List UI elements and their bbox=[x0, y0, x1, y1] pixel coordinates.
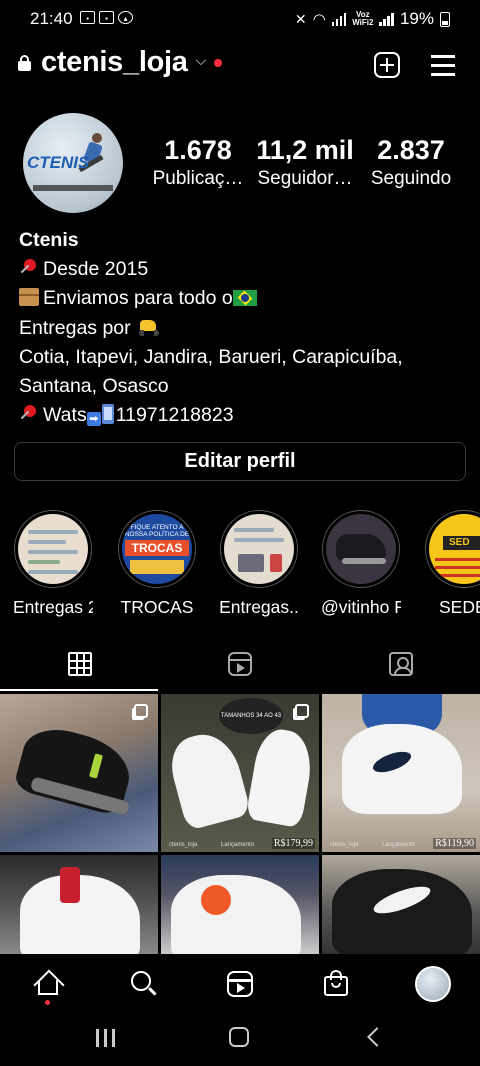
lock-icon bbox=[18, 55, 31, 71]
grid-icon bbox=[68, 652, 92, 676]
highlight-label: Entregas 2 bbox=[13, 597, 93, 617]
reels-icon bbox=[228, 652, 252, 676]
stat-followers-value: 11,2 mil bbox=[256, 135, 354, 165]
package-icon bbox=[19, 288, 39, 307]
post-thumbnail[interactable] bbox=[161, 855, 319, 954]
stat-followers[interactable]: 11,2 mil Seguidor… bbox=[255, 134, 355, 192]
stat-following-value: 2.837 bbox=[377, 135, 445, 165]
battery-icon bbox=[440, 11, 450, 27]
post-thumbnail[interactable]: ctenis_loja Lançamento R$119,90 bbox=[322, 694, 480, 852]
highlight-label: Entregas.. bbox=[219, 597, 299, 617]
profile-name: Ctenis bbox=[19, 229, 79, 251]
post-badge: TAMANHOS 34 AO 43 bbox=[219, 698, 283, 734]
notification-dot bbox=[45, 1000, 50, 1005]
bio: Ctenis Desde 2015 Enviamos para todo o E… bbox=[19, 226, 464, 430]
arrow-icon: ➡ bbox=[86, 412, 101, 427]
highlight-item[interactable]: SED SEDE bbox=[425, 510, 480, 618]
username: ctenis_loja bbox=[41, 46, 188, 78]
tagged-icon bbox=[389, 652, 413, 676]
account-switcher[interactable]: ctenis_loja ⌵ bbox=[18, 46, 223, 79]
highlight-item[interactable]: Entregas 2 bbox=[13, 510, 93, 618]
stat-followers-label: Seguidor… bbox=[257, 168, 353, 189]
post-tag-text: Lançamento bbox=[221, 842, 255, 848]
highlight-item[interactable]: Entregas.. bbox=[219, 510, 299, 618]
scooter-icon bbox=[136, 317, 162, 337]
search-icon[interactable] bbox=[128, 968, 160, 1000]
highlight-item[interactable]: @vitinho F… bbox=[321, 510, 401, 618]
carousel-icon bbox=[134, 704, 148, 718]
menu-icon[interactable] bbox=[431, 55, 455, 76]
notification-icon: ▪ bbox=[80, 11, 95, 24]
post-thumbnail[interactable] bbox=[0, 694, 158, 852]
mute-icon: ✕ bbox=[294, 10, 307, 27]
signal-icon bbox=[331, 12, 347, 26]
stat-posts-value: 1.678 bbox=[164, 135, 232, 165]
cloud-icon: ▴ bbox=[118, 11, 133, 24]
mobile-phone-icon bbox=[101, 404, 114, 425]
notification-dot bbox=[214, 58, 223, 67]
post-thumbnail[interactable] bbox=[0, 855, 158, 954]
shop-icon[interactable] bbox=[320, 968, 352, 1000]
reels-icon[interactable] bbox=[224, 968, 256, 1000]
bio-line: Enviamos para todo o bbox=[19, 284, 464, 313]
highlight-label: SEDE bbox=[439, 597, 480, 617]
highlight-cover bbox=[326, 514, 396, 584]
carousel-icon bbox=[295, 704, 309, 718]
post-thumbnail[interactable] bbox=[322, 855, 480, 954]
bio-line: Cotia, Itapevi, Jandira, Barueri, Carapi… bbox=[19, 345, 403, 368]
highlight-cover bbox=[18, 514, 88, 584]
stat-posts-label: Publicaç… bbox=[152, 168, 244, 189]
status-bar: 21:40 ▪ ▪ ▴ ✕ ◠ Voz WiFi2 19% bbox=[0, 0, 480, 40]
avatar[interactable]: CTENIS bbox=[23, 113, 123, 213]
tab-grid[interactable] bbox=[0, 645, 160, 691]
bio-line: Wats ➡ 11971218823 bbox=[19, 401, 464, 430]
post-price: R$119,90 bbox=[433, 838, 476, 849]
home-button-icon[interactable] bbox=[229, 1027, 249, 1047]
avatar-logo-text: CTENIS bbox=[27, 153, 90, 172]
stat-following-label: Seguindo bbox=[370, 168, 452, 189]
post-handle-text: ctenis_loja bbox=[169, 842, 198, 848]
battery-percent: 19% bbox=[399, 9, 434, 28]
edit-profile-button[interactable]: Editar perfil bbox=[14, 442, 466, 481]
highlight-item[interactable]: FIQUE ATENTO A NOSSA POLÍTICA DE TROCAS … bbox=[117, 510, 197, 618]
chevron-down-icon: ⌵ bbox=[195, 52, 207, 68]
active-tab-indicator bbox=[0, 689, 158, 691]
post-price: R$179,99 bbox=[271, 838, 315, 849]
stat-following[interactable]: 2.837 Seguindo bbox=[365, 134, 457, 192]
stat-posts[interactable]: 1.678 Publicaç… bbox=[150, 134, 246, 192]
notification-icon: ▪ bbox=[99, 11, 114, 24]
new-post-icon[interactable] bbox=[374, 52, 400, 78]
recent-apps-icon[interactable] bbox=[96, 1029, 116, 1047]
pushpin-icon bbox=[19, 405, 37, 423]
system-nav-bar bbox=[0, 1016, 480, 1066]
wifi-icon: ◠ bbox=[312, 11, 326, 28]
post-tag-text: Lançamento bbox=[382, 842, 416, 848]
bio-line: Entregas por bbox=[19, 314, 464, 343]
post-handle-text: ctenis_loja bbox=[330, 842, 359, 848]
bio-line: Desde 2015 bbox=[19, 255, 464, 284]
highlight-cover: SED bbox=[429, 514, 480, 584]
profile-icon[interactable] bbox=[415, 966, 451, 1002]
system-icons: ✕ ◠ Voz WiFi2 19% bbox=[295, 9, 450, 29]
highlight-cover bbox=[224, 514, 294, 584]
bio-line: Santana, Osasco bbox=[19, 375, 169, 398]
highlight-label: @vitinho F… bbox=[321, 597, 401, 617]
status-time: 21:40 bbox=[30, 9, 73, 28]
signal-icon bbox=[379, 12, 394, 26]
highlight-label: TROCAS bbox=[120, 597, 194, 617]
highlight-cover: FIQUE ATENTO A NOSSA POLÍTICA DE TROCAS bbox=[122, 514, 192, 584]
home-icon[interactable] bbox=[32, 968, 65, 1001]
post-thumbnail[interactable]: TAMANHOS 34 AO 43 ctenis_loja Lançamento… bbox=[161, 694, 319, 852]
notification-icons: ▪ ▪ ▴ bbox=[80, 11, 133, 24]
back-icon[interactable] bbox=[367, 1027, 387, 1047]
tab-reels[interactable] bbox=[160, 645, 320, 691]
brazil-flag-icon bbox=[232, 290, 257, 307]
pushpin-icon bbox=[19, 259, 37, 277]
tab-tagged[interactable] bbox=[320, 645, 480, 691]
bottom-nav bbox=[0, 954, 480, 1016]
voz-wifi-icon: Voz WiFi2 bbox=[352, 10, 374, 27]
